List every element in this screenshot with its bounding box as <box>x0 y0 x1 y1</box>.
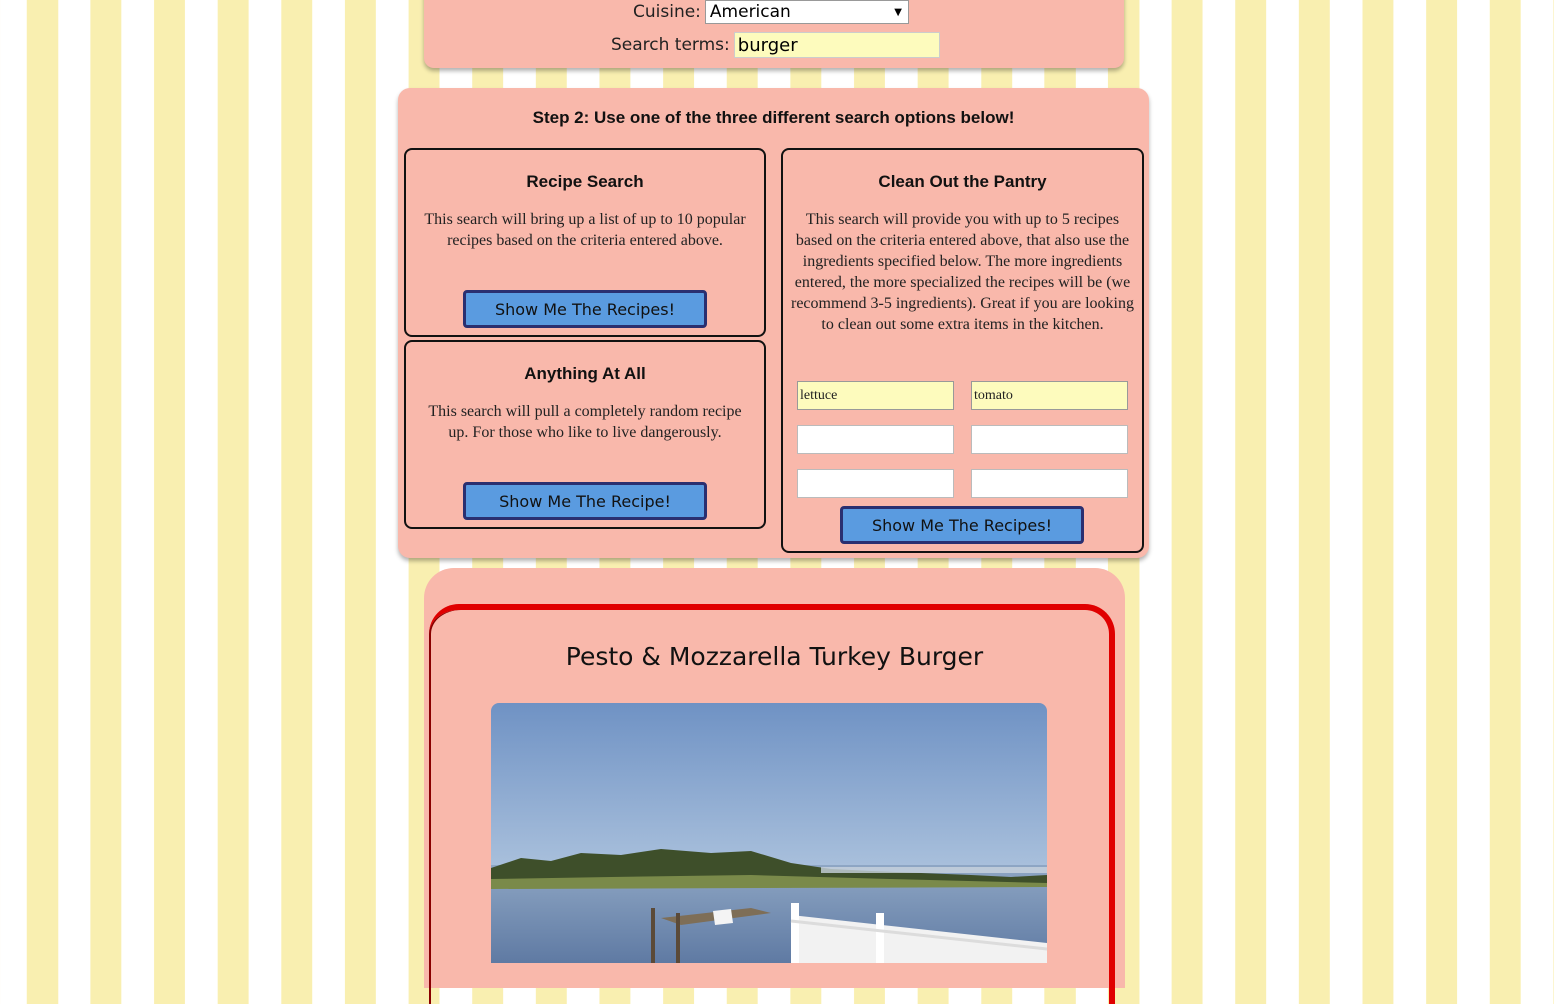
ingredient-input-5[interactable] <box>797 469 954 498</box>
cuisine-select-value: American <box>709 2 791 22</box>
random-recipe-button[interactable]: Show Me The Recipe! <box>463 482 707 520</box>
pantry-search-button[interactable]: Show Me The Recipes! <box>840 506 1084 544</box>
step2-panel: Step 2: Use one of the three different s… <box>398 88 1149 558</box>
search-terms-label: Search terms: <box>611 35 730 55</box>
chevron-down-icon: ▼ <box>894 6 902 18</box>
anything-box: Anything At All This search will pull a … <box>404 340 766 529</box>
cuisine-label: Cuisine: <box>633 2 701 22</box>
anything-title: Anything At All <box>524 364 646 383</box>
pantry-box: Clean Out the Pantry This search will pr… <box>781 148 1144 553</box>
recipe-search-title: Recipe Search <box>526 172 644 191</box>
ingredient-input-2[interactable]: tomato <box>971 381 1128 410</box>
cuisine-row: Cuisine: American ▼ <box>633 0 909 24</box>
cuisine-select[interactable]: American ▼ <box>704 0 909 24</box>
result-panel: Pesto & Mozzarella Turkey Burger <box>424 568 1125 1004</box>
ingredient-input-6[interactable] <box>971 469 1128 498</box>
search-terms-row: Search terms: burger <box>611 32 940 58</box>
recipe-search-description: This search will bring up a list of up t… <box>424 211 746 249</box>
recipe-photo <box>491 703 1047 963</box>
result-title: Pesto & Mozzarella Turkey Burger <box>565 642 984 671</box>
recipe-search-button[interactable]: Show Me The Recipes! <box>463 290 707 328</box>
recipe-photo-image <box>491 703 1047 963</box>
ingredient-input-4[interactable] <box>971 425 1128 454</box>
ingredient-input-3[interactable] <box>797 425 954 454</box>
step2-title: Step 2: Use one of the three different s… <box>532 108 1015 127</box>
search-terms-input[interactable]: burger <box>733 32 940 58</box>
recipe-search-box: Recipe Search This search will bring up … <box>404 148 766 337</box>
pantry-title: Clean Out the Pantry <box>878 172 1047 191</box>
search-criteria-panel: Cuisine: American ▼ Search terms: burger <box>424 0 1124 68</box>
ingredient-input-1[interactable]: lettuce <box>797 381 954 410</box>
pantry-description: This search will provide you with up to … <box>791 211 1134 333</box>
anything-description: This search will pull a completely rando… <box>428 403 742 441</box>
